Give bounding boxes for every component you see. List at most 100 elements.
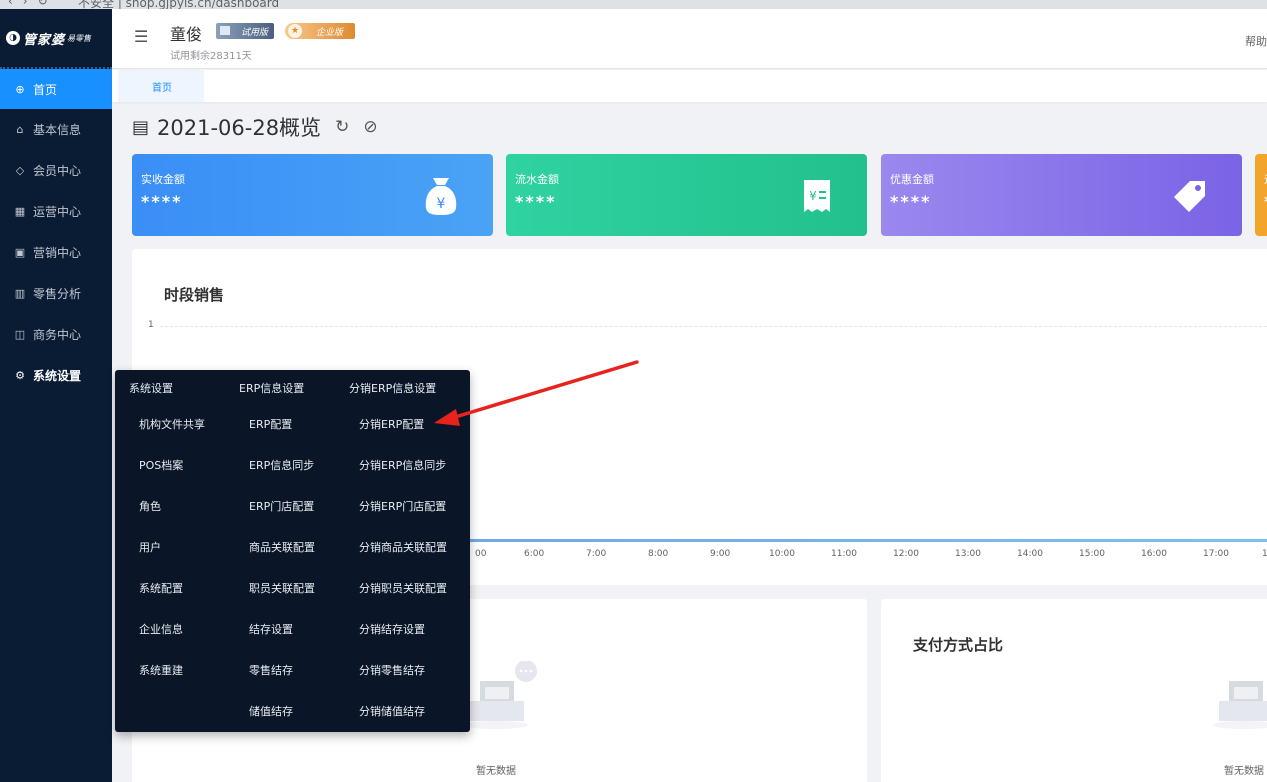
menu-item-dist-retail-balance[interactable]: 分销零售结存 bbox=[359, 662, 425, 678]
dashboard-icon: ▤ bbox=[132, 116, 150, 138]
refresh-icon[interactable]: ↻ bbox=[335, 117, 349, 137]
card-label: 实收金额 bbox=[141, 173, 185, 186]
briefcase-icon: ◫ bbox=[14, 328, 26, 341]
menu-item-staff-link-config[interactable]: 职员关联配置 bbox=[249, 580, 315, 596]
menu-item-erp-sync[interactable]: ERP信息同步 bbox=[249, 457, 314, 473]
logo-text: 管家婆 bbox=[23, 32, 66, 48]
menu-item-dist-erp-config[interactable]: 分销ERP配置 bbox=[359, 416, 424, 432]
help-link[interactable]: 帮助 bbox=[1245, 33, 1267, 49]
address-bar[interactable]: 不安全 | shop.gjpyls.cn/dashboard bbox=[78, 0, 279, 9]
sidebar-item-business-center[interactable]: ◫ 商务中心 bbox=[0, 314, 112, 355]
sidebar-item-marketing-center[interactable]: ▣ 营销中心 bbox=[0, 232, 112, 273]
sidebar-item-label: 会员中心 bbox=[33, 164, 82, 178]
x-axis-tick: 13:00 bbox=[955, 549, 981, 559]
sidebar-item-label: 基本信息 bbox=[33, 123, 82, 137]
menu-item-balance-settings[interactable]: 结存设置 bbox=[249, 621, 293, 637]
tab-home[interactable]: 首页 bbox=[118, 70, 204, 102]
menu-item-erp-store-config[interactable]: ERP门店配置 bbox=[249, 498, 314, 514]
empty-data-text: 暂无数据 bbox=[476, 766, 516, 777]
logo-subtext: 易零售 bbox=[67, 33, 92, 43]
menu-item-dist-erp-store-config[interactable]: 分销ERP门店配置 bbox=[359, 498, 446, 514]
gear-icon: ⚙ bbox=[15, 369, 25, 382]
empty-data-icon bbox=[1213, 681, 1267, 729]
menu-item-dist-balance-settings[interactable]: 分销结存设置 bbox=[359, 621, 425, 637]
menu-item-system-rebuild[interactable]: 系统重建 bbox=[139, 662, 183, 678]
stat-card-received[interactable]: 实收金额 **** ¥ bbox=[132, 154, 493, 236]
payment-method-panel: 支付方式占比 暂无数据 bbox=[881, 599, 1267, 782]
sidebar-item-retail-analysis[interactable]: ▥ 零售分析 bbox=[0, 273, 112, 314]
receipt-icon: ¥ bbox=[798, 176, 836, 216]
panel-title: 支付方式占比 bbox=[913, 636, 1004, 654]
menu-item-dist-erp-sync[interactable]: 分销ERP信息同步 bbox=[359, 457, 446, 473]
browser-bar: ‹›↻ 不安全 | shop.gjpyls.cn/dashboard bbox=[0, 0, 1267, 9]
trial-badge-icon bbox=[220, 26, 230, 35]
x-axis-tick: 9:00 bbox=[710, 549, 731, 559]
empty-data-text: 暂无数据 bbox=[1224, 766, 1264, 777]
menu-item-system-config[interactable]: 系统配置 bbox=[139, 580, 183, 596]
x-axis-tick: 11:00 bbox=[831, 549, 857, 559]
dropdown-column-header: 系统设置 bbox=[129, 382, 173, 395]
chart-x-axis bbox=[468, 539, 1267, 542]
home-icon: ⌂ bbox=[16, 123, 24, 136]
menu-item-dist-product-link-config[interactable]: 分销商品关联配置 bbox=[359, 539, 447, 555]
diamond-icon: ◇ bbox=[15, 164, 25, 177]
grid-icon: ▦ bbox=[14, 205, 26, 218]
x-axis-tick: 12:00 bbox=[893, 549, 919, 559]
menu-item-retail-balance[interactable]: 零售结存 bbox=[249, 662, 293, 678]
gift-icon: ▣ bbox=[14, 246, 26, 259]
x-axis-tick: 6:00 bbox=[524, 549, 545, 559]
x-axis-tick: 10:00 bbox=[769, 549, 795, 559]
browser-nav-buttons[interactable]: ‹›↻ bbox=[8, 0, 58, 8]
system-settings-dropdown: 系统设置 ERP信息设置 分销ERP信息设置 机构文件共享 POS档案 角色 用… bbox=[115, 370, 470, 732]
sidebar-item-basic-info[interactable]: ⌂ 基本信息 bbox=[0, 109, 112, 150]
sidebar-item-home[interactable]: ⊕ 首页 bbox=[0, 69, 112, 109]
menu-item-user[interactable]: 用户 bbox=[139, 539, 161, 555]
stat-card-flow[interactable]: 流水金额 **** ¥ bbox=[506, 154, 867, 236]
card-label: 优惠金额 bbox=[890, 173, 934, 186]
empty-data-icon bbox=[464, 661, 537, 729]
sidebar: ◑ 管家婆 易零售 ⊕ 首页 ⌂ 基本信息 ◇ 会员中心 ▦ 运营中心 ▣ 营销… bbox=[0, 9, 112, 782]
enterprise-badge-label: 企业版 bbox=[315, 27, 343, 38]
svg-text:¥: ¥ bbox=[437, 196, 446, 212]
svg-text:¥: ¥ bbox=[809, 189, 817, 203]
collapse-menu-icon[interactable]: ☰ bbox=[134, 27, 148, 46]
sidebar-item-system-settings[interactable]: ⚙ 系统设置 bbox=[0, 355, 112, 396]
overview-header: ▤ 2021-06-28概览 ↻ ⊘ bbox=[132, 112, 378, 142]
x-axis-tick: 7:00 bbox=[586, 549, 607, 559]
x-axis-tick: 15:00 bbox=[1079, 549, 1105, 559]
menu-item-erp-config[interactable]: ERP配置 bbox=[249, 416, 292, 432]
user-name[interactable]: 童俊 bbox=[170, 21, 202, 45]
sidebar-item-label: 首页 bbox=[33, 82, 58, 97]
card-label: 流水金额 bbox=[515, 173, 559, 186]
dropdown-column-header: ERP信息设置 bbox=[239, 382, 305, 395]
sidebar-item-label: 零售分析 bbox=[33, 287, 82, 301]
stat-card-discount[interactable]: 优惠金额 **** bbox=[881, 154, 1242, 236]
sidebar-item-label: 运营中心 bbox=[33, 205, 82, 219]
x-axis-tick: 17:00 bbox=[1203, 549, 1229, 559]
stat-card-partial[interactable]: 运 * bbox=[1255, 154, 1267, 236]
menu-item-company-info[interactable]: 企业信息 bbox=[139, 621, 183, 637]
menu-item-stored-value-balance[interactable]: 储值结存 bbox=[249, 703, 293, 719]
x-axis-tick: 8:00 bbox=[648, 549, 669, 559]
sidebar-item-label: 系统设置 bbox=[33, 369, 82, 383]
overview-title: 2021-06-28概览 bbox=[157, 116, 322, 140]
bar-chart-icon: ▥ bbox=[14, 287, 26, 300]
menu-item-pos-archive[interactable]: POS档案 bbox=[139, 457, 183, 473]
top-header: ☰ 童俊 试用版 ★ 企业版 试用剩余28311天 帮助 bbox=[112, 9, 1267, 69]
sidebar-item-member-center[interactable]: ◇ 会员中心 bbox=[0, 150, 112, 191]
enterprise-badge: ★ 企业版 bbox=[285, 23, 355, 39]
menu-item-dist-stored-value-balance[interactable]: 分销储值结存 bbox=[359, 703, 425, 719]
sidebar-item-label: 营销中心 bbox=[33, 246, 82, 260]
menu-item-org-file-share[interactable]: 机构文件共享 bbox=[139, 416, 205, 432]
menu-item-product-link-config[interactable]: 商品关联配置 bbox=[249, 539, 315, 555]
x-axis-tick: 1 bbox=[1262, 549, 1267, 559]
sidebar-item-operation-center[interactable]: ▦ 运营中心 bbox=[0, 191, 112, 232]
globe-icon: ⊕ bbox=[15, 82, 25, 96]
menu-item-role[interactable]: 角色 bbox=[139, 498, 161, 514]
logo[interactable]: ◑ 管家婆 易零售 bbox=[0, 9, 112, 69]
price-tag-icon bbox=[1171, 176, 1209, 216]
trial-badge-label: 试用版 bbox=[240, 27, 268, 38]
logo-icon: ◑ bbox=[6, 31, 20, 45]
hide-eye-icon[interactable]: ⊘ bbox=[363, 117, 377, 137]
menu-item-dist-staff-link-config[interactable]: 分销职员关联配置 bbox=[359, 580, 447, 596]
